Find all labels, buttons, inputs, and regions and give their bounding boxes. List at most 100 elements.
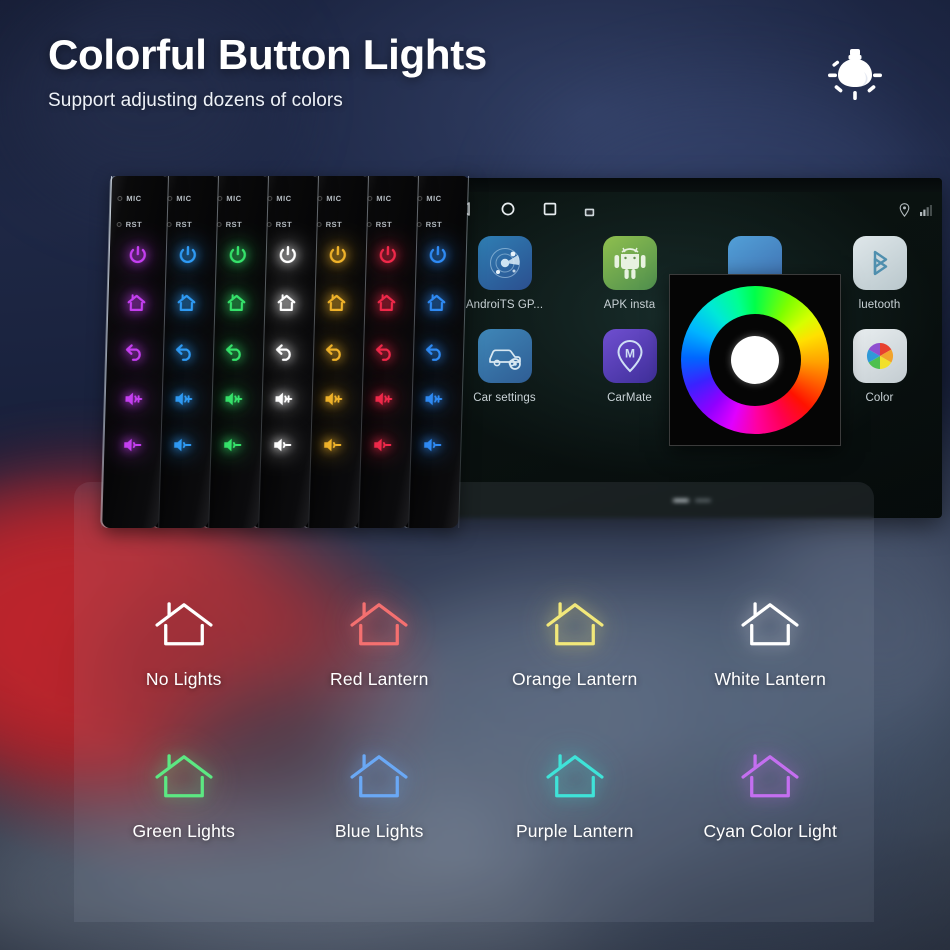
home-button[interactable] xyxy=(375,292,398,314)
app-label: CarMate xyxy=(607,392,652,404)
color-pinwheel-icon xyxy=(852,329,907,383)
volume-up-button[interactable] xyxy=(322,388,345,410)
light-option-no-lights[interactable]: No Lights xyxy=(86,600,282,690)
light-option-green-lights[interactable]: Green Lights xyxy=(86,752,282,842)
rst-label: RST xyxy=(425,220,443,229)
light-option-white-lantern[interactable]: White Lantern xyxy=(673,600,869,690)
volume-up-button[interactable] xyxy=(372,388,395,410)
android-navigation-bar xyxy=(442,192,942,226)
light-option-red-lantern[interactable]: Red Lantern xyxy=(282,600,478,690)
cast-nav-icon[interactable] xyxy=(584,205,595,223)
home-button[interactable] xyxy=(125,292,148,314)
button-panel-stack: MIC RST MIC RST MIC RST MIC RST MIC RST … xyxy=(100,176,472,544)
power-button[interactable] xyxy=(126,244,149,266)
power-button[interactable] xyxy=(226,244,249,266)
app-label: AndroiTS GP... xyxy=(465,299,544,311)
light-label: Green Lights xyxy=(132,821,236,841)
back-button[interactable] xyxy=(274,340,297,362)
home-button[interactable] xyxy=(275,292,298,314)
purple-panel[interactable]: MIC RST xyxy=(100,176,169,528)
screen-bezel xyxy=(442,178,942,192)
volume-down-button[interactable] xyxy=(321,434,344,456)
volume-down-button[interactable] xyxy=(221,434,244,456)
rst-label-row: RST xyxy=(116,220,142,229)
back-button[interactable] xyxy=(324,340,347,362)
house-icon xyxy=(544,600,606,655)
light-label: Purple Lantern xyxy=(515,821,634,841)
volume-up-button[interactable] xyxy=(122,388,145,410)
color-wheel-center[interactable] xyxy=(731,336,779,384)
home-button[interactable] xyxy=(325,292,348,314)
light-option-purple-lantern[interactable]: Purple Lantern xyxy=(477,752,673,842)
status-icons xyxy=(899,203,932,222)
rst-label: RST xyxy=(225,220,243,229)
recents-nav-icon[interactable] xyxy=(542,201,558,222)
mic-label-row: MIC xyxy=(117,194,142,203)
app-label: Car settings xyxy=(473,392,536,404)
rst-label: RST xyxy=(325,220,343,229)
rst-label-row: RST xyxy=(316,220,343,229)
rst-hole-icon xyxy=(116,222,122,227)
light-label: Red Lantern xyxy=(329,669,429,689)
svg-text:M: M xyxy=(625,347,635,361)
volume-up-button[interactable] xyxy=(272,388,295,410)
rst-label: RST xyxy=(275,220,293,229)
carmate-pin-icon: M xyxy=(602,329,657,383)
power-button[interactable] xyxy=(376,244,399,266)
light-option-cyan-color-light[interactable]: Cyan Color Light xyxy=(673,752,869,842)
signal-icon xyxy=(920,204,932,222)
mic-label-row: MIC xyxy=(317,194,342,203)
house-icon xyxy=(739,600,801,655)
location-pin-icon xyxy=(899,203,910,222)
rst-label-row: RST xyxy=(366,220,392,229)
volume-down-button[interactable] xyxy=(271,434,294,456)
mic-label: MIC xyxy=(326,194,342,203)
back-button[interactable] xyxy=(224,340,247,362)
back-button[interactable] xyxy=(174,340,197,362)
light-option-orange-lantern[interactable]: Orange Lantern xyxy=(477,600,673,690)
header: Colorful Button Lights Support adjusting… xyxy=(48,31,487,112)
power-button[interactable] xyxy=(176,244,199,266)
car-settings-icon xyxy=(477,329,532,383)
volume-up-button[interactable] xyxy=(422,388,445,410)
power-button[interactable] xyxy=(276,244,299,266)
rst-label-row: RST xyxy=(166,220,192,229)
mic-label-row: MIC xyxy=(417,194,442,203)
power-button[interactable] xyxy=(326,244,349,266)
mic-label: MIC xyxy=(226,194,242,203)
home-button[interactable] xyxy=(225,292,248,314)
color-picker-wheel[interactable] xyxy=(669,274,841,446)
volume-up-button[interactable] xyxy=(172,388,195,410)
house-icon xyxy=(348,600,410,655)
light-label: No Lights xyxy=(145,669,222,689)
color-wheel-ring[interactable] xyxy=(681,286,829,434)
light-label: Cyan Color Light xyxy=(703,821,838,841)
home-button[interactable] xyxy=(175,292,198,314)
mic-label: MIC xyxy=(126,194,142,203)
mic-label: MIC xyxy=(426,194,442,203)
android-robot-icon xyxy=(602,236,657,290)
rst-label-row: RST xyxy=(416,220,443,229)
volume-up-button[interactable] xyxy=(222,388,245,410)
lights-grid: No Lights Red Lantern Orange Lantern Whi… xyxy=(86,600,868,842)
volume-down-button[interactable] xyxy=(371,434,394,456)
home-button[interactable] xyxy=(425,292,448,314)
mic-label-row: MIC xyxy=(367,194,392,203)
volume-down-button[interactable] xyxy=(121,434,144,456)
mic-label: MIC xyxy=(276,194,292,203)
home-nav-icon[interactable] xyxy=(500,201,516,222)
light-label: White Lantern xyxy=(714,669,827,689)
back-button[interactable] xyxy=(374,340,397,362)
mic-label: MIC xyxy=(176,194,192,203)
house-icon xyxy=(153,600,215,655)
gps-radar-icon xyxy=(477,236,532,290)
back-button[interactable] xyxy=(424,340,447,362)
back-button[interactable] xyxy=(124,340,147,362)
rst-label-row: RST xyxy=(266,220,293,229)
power-button[interactable] xyxy=(426,244,449,266)
volume-down-button[interactable] xyxy=(421,434,444,456)
volume-down-button[interactable] xyxy=(171,434,194,456)
mic-hole-icon xyxy=(117,196,123,201)
light-option-blue-lights[interactable]: Blue Lights xyxy=(282,752,478,842)
app-label: APK insta xyxy=(603,299,656,311)
